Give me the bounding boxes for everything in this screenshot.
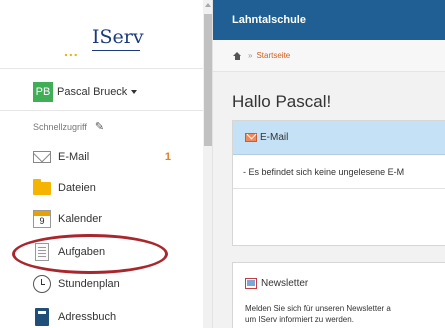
caret-down-icon <box>131 90 138 94</box>
breadcrumb-startseite-link[interactable]: Startseite <box>256 51 290 60</box>
sidebar: ... IServ PB Pascal Brueck Schnellzugrif… <box>0 0 213 328</box>
email-panel-header[interactable]: E-Mail <box>233 121 445 155</box>
newsletter-text-line2: um IServ informiert zu werden. <box>245 315 354 324</box>
unread-count-badge: 1 <box>164 151 171 163</box>
sidebar-item-calendar[interactable]: 9 Kalender <box>33 204 203 234</box>
school-title[interactable]: Lahntalschule <box>232 14 306 26</box>
newsletter-panel-header: Newsletter <box>233 263 445 303</box>
calendar-icon: 9 <box>33 210 51 228</box>
email-panel-title: E-Mail <box>260 132 289 143</box>
task-icon <box>35 243 49 261</box>
breadcrumb: » Startseite <box>213 40 445 72</box>
avatar: PB <box>33 82 53 102</box>
sidebar-item-timetable[interactable]: Stundenplan <box>33 269 203 299</box>
sidebar-scrollbar[interactable] <box>203 0 212 328</box>
scroll-up-icon[interactable] <box>205 3 211 7</box>
email-panel: E-Mail - Es befindet sich keine ungelese… <box>232 120 445 246</box>
logo-text: IServ <box>92 26 144 48</box>
newsletter-panel: Newsletter Melden Sie sich für unseren N… <box>232 262 445 328</box>
email-panel-message: - Es befindet sich keine ungelesene E-M <box>233 155 445 189</box>
newsletter-text-line1: Melden Sie sich für unseren Newsletter a <box>245 304 391 313</box>
breadcrumb-separator: » <box>248 51 253 60</box>
folder-icon <box>33 178 51 195</box>
page-title: Hallo Pascal! <box>232 92 332 111</box>
mail-icon <box>33 151 51 163</box>
sidebar-item-label: E-Mail <box>58 151 90 163</box>
newsletter-icon <box>245 277 257 289</box>
sidebar-item-label: Dateien <box>58 182 96 194</box>
home-icon[interactable] <box>233 51 242 60</box>
divider <box>0 110 203 111</box>
sidebar-item-label: Stundenplan <box>58 278 120 290</box>
sidebar-item-tasks[interactable]: Aufgaben <box>33 237 203 267</box>
top-bar: Lahntalschule <box>213 0 445 40</box>
clock-icon <box>33 275 51 293</box>
logo-dots: ... <box>64 43 79 59</box>
sidebar-item-email[interactable]: E-Mail 1 <box>33 142 203 172</box>
newsletter-panel-title: Newsletter <box>261 277 309 289</box>
logo-underline <box>92 50 140 51</box>
envelope-icon <box>245 133 257 142</box>
edit-pencil-icon[interactable]: ✎ <box>95 120 104 133</box>
divider <box>0 68 203 69</box>
sidebar-item-label: Adressbuch <box>58 311 117 323</box>
calendar-icon-day: 9 <box>39 216 45 226</box>
sidebar-item-addressbook[interactable]: Adressbuch <box>33 302 203 328</box>
quick-access-header: Schnellzugriff ✎ <box>33 120 104 133</box>
user-menu[interactable]: PB Pascal Brueck <box>33 82 138 102</box>
sidebar-item-label: Kalender <box>58 213 103 225</box>
iserv-logo[interactable]: ... IServ <box>64 26 144 59</box>
addressbook-icon <box>35 308 49 326</box>
quick-access-label: Schnellzugriff <box>33 121 87 132</box>
user-name: Pascal Brueck <box>57 86 128 98</box>
sidebar-item-label: Aufgaben <box>58 246 106 258</box>
sidebar-item-files[interactable]: Dateien <box>33 173 203 203</box>
scrollbar-thumb[interactable] <box>204 14 212 146</box>
